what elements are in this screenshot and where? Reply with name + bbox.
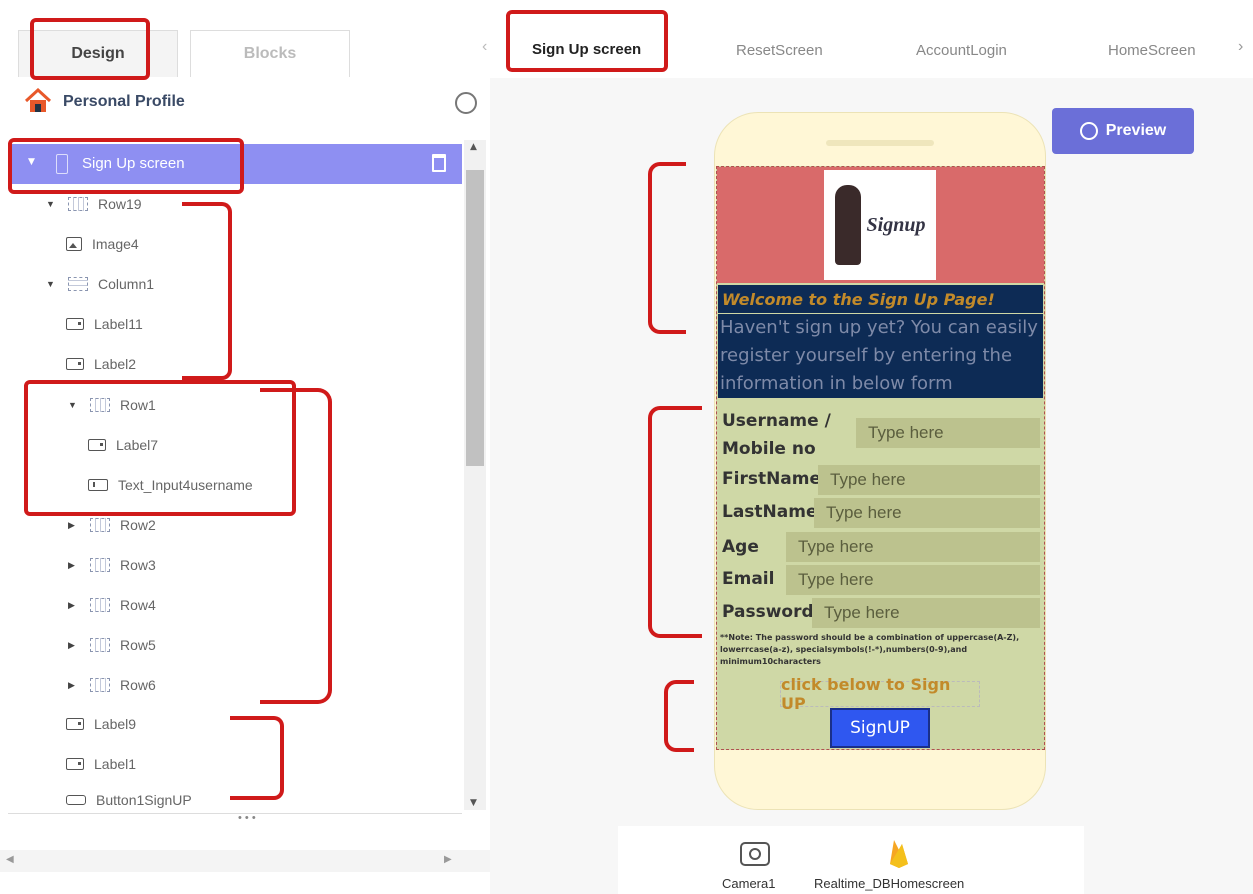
label-icon bbox=[66, 718, 84, 730]
signup-logo: Signup bbox=[824, 170, 936, 280]
annotation-bracket-footer bbox=[230, 716, 284, 800]
tabs-scroll-left-icon[interactable]: ‹ bbox=[482, 38, 487, 56]
row-icon bbox=[90, 678, 110, 692]
play-circle-icon bbox=[1079, 122, 1098, 140]
password-note: **Note: The password should be a combina… bbox=[720, 633, 1020, 666]
tree-node-label: Label1 bbox=[94, 756, 137, 772]
cta-label: click below to Sign UP bbox=[780, 675, 980, 713]
tree-node-label: Row4 bbox=[120, 597, 156, 613]
logo-figure bbox=[834, 185, 861, 265]
tree-node-label: Row5 bbox=[120, 637, 156, 653]
annotation-box-selected-screen bbox=[8, 138, 244, 194]
annotation-box-design bbox=[30, 18, 150, 80]
trash-icon[interactable] bbox=[432, 154, 446, 172]
annotation-bracket-phone-header bbox=[648, 162, 686, 334]
lastname-label: LastName bbox=[722, 502, 818, 522]
project-name: Personal Profile bbox=[63, 93, 185, 110]
expand-arrow-icon[interactable]: ▶ bbox=[68, 640, 78, 651]
image-icon bbox=[66, 237, 82, 251]
username-input[interactable]: Type here bbox=[856, 418, 1040, 448]
camera-icon[interactable] bbox=[740, 842, 770, 866]
label-icon bbox=[66, 758, 84, 770]
tree-node-label: Button1SignUP bbox=[96, 792, 192, 808]
resize-dots-icon[interactable]: • • • bbox=[238, 812, 256, 824]
settings-gear-icon[interactable] bbox=[455, 92, 477, 114]
tree-node-label: Label2 bbox=[94, 356, 137, 372]
preview-button[interactable]: Preview bbox=[1052, 108, 1194, 154]
annotation-bracket-phone-footer bbox=[664, 680, 694, 752]
tree-scrollbar-thumb[interactable] bbox=[466, 170, 484, 466]
logo-text: Signup bbox=[866, 213, 926, 236]
lastname-input[interactable]: Type here bbox=[814, 498, 1040, 528]
tab-reset-screen[interactable]: ResetScreen bbox=[736, 30, 823, 70]
label-icon bbox=[66, 318, 84, 330]
firstname-label: FirstName bbox=[722, 469, 822, 489]
scroll-up-icon[interactable]: ▲ bbox=[470, 142, 477, 152]
label-icon bbox=[66, 358, 84, 370]
home-icon bbox=[24, 87, 52, 114]
collapse-arrow-icon[interactable]: ▼ bbox=[46, 279, 56, 289]
button-icon bbox=[66, 795, 86, 805]
expand-arrow-icon[interactable]: ▶ bbox=[68, 560, 78, 571]
expand-arrow-icon[interactable]: ▶ bbox=[68, 600, 78, 611]
intro-label: Haven't sign up yet? You can easily regi… bbox=[718, 314, 1043, 398]
annotation-bracket-rows bbox=[260, 388, 332, 704]
age-label: Age bbox=[722, 537, 759, 557]
tree-node-label1[interactable]: Label1 bbox=[66, 746, 136, 782]
panel-resizer[interactable] bbox=[8, 813, 462, 827]
tabs-scroll-right-icon[interactable]: › bbox=[1238, 38, 1243, 56]
expand-arrow-icon[interactable]: ▶ bbox=[68, 680, 78, 691]
scroll-left-icon[interactable]: ◀ bbox=[6, 854, 14, 865]
tree-node-label: Row3 bbox=[120, 557, 156, 573]
age-input[interactable]: Type here bbox=[786, 532, 1040, 562]
password-input[interactable]: Type here bbox=[812, 598, 1040, 628]
firstname-input[interactable]: Type here bbox=[818, 465, 1040, 495]
email-input[interactable]: Type here bbox=[786, 565, 1040, 595]
tree-node-row5[interactable]: ▶ Row5 bbox=[68, 627, 156, 663]
email-label: Email bbox=[722, 569, 775, 589]
phone-speaker bbox=[826, 140, 934, 146]
row-icon bbox=[90, 558, 110, 572]
annotation-bracket-header bbox=[182, 202, 232, 380]
tab-account-login[interactable]: AccountLogin bbox=[916, 30, 1007, 70]
properties-hscroll[interactable] bbox=[0, 850, 490, 872]
firebase-icon[interactable] bbox=[888, 838, 910, 868]
tree-node-label2[interactable]: Label2 bbox=[66, 346, 136, 382]
camera1-label: Camera1 bbox=[722, 876, 776, 891]
annotation-box-screen-tab bbox=[506, 10, 668, 72]
tree-node-label: Image4 bbox=[92, 236, 139, 252]
row-icon bbox=[68, 197, 88, 211]
tree-node-image4[interactable]: Image4 bbox=[66, 226, 139, 262]
annotation-bracket-phone-form bbox=[648, 406, 702, 638]
tree-node-label: Row19 bbox=[98, 196, 142, 212]
tree-node-label9[interactable]: Label9 bbox=[66, 706, 136, 742]
row-icon bbox=[90, 598, 110, 612]
tree-node-row3[interactable]: ▶ Row3 bbox=[68, 547, 156, 583]
tree-node-label: Label11 bbox=[94, 316, 143, 332]
realtime-db-label: Realtime_DBHomescreen bbox=[814, 876, 965, 891]
annotation-box-row1 bbox=[24, 380, 296, 516]
welcome-label: Welcome to the Sign Up Page! bbox=[718, 285, 1043, 313]
signup-button[interactable]: SignUP bbox=[830, 708, 930, 748]
tree-node-label11[interactable]: Label11 bbox=[66, 306, 143, 342]
tree-node-label: Row6 bbox=[120, 677, 156, 693]
tab-blocks[interactable]: Blocks bbox=[190, 30, 350, 77]
preview-label: Preview bbox=[1105, 122, 1167, 139]
tree-node-row6[interactable]: ▶ Row6 bbox=[68, 667, 156, 703]
tab-home-screen[interactable]: HomeScreen bbox=[1108, 30, 1196, 70]
tree-node-row4[interactable]: ▶ Row4 bbox=[68, 587, 156, 623]
tree-node-column1[interactable]: ▼ Column1 bbox=[46, 266, 154, 302]
tree-node-label: Label9 bbox=[94, 716, 137, 732]
tree-node-label: Column1 bbox=[98, 276, 155, 292]
password-label: Password bbox=[722, 602, 814, 622]
column-icon bbox=[68, 277, 88, 291]
expand-arrow-icon[interactable]: ▶ bbox=[68, 520, 78, 531]
row-icon bbox=[90, 638, 110, 652]
scroll-down-icon[interactable]: ▼ bbox=[470, 798, 477, 808]
scroll-right-icon[interactable]: ▶ bbox=[444, 854, 452, 865]
tree-node-label: Row2 bbox=[120, 517, 156, 533]
row-icon bbox=[90, 518, 110, 532]
username-label: Username / Mobile no bbox=[722, 411, 831, 459]
collapse-arrow-icon[interactable]: ▼ bbox=[46, 199, 56, 209]
